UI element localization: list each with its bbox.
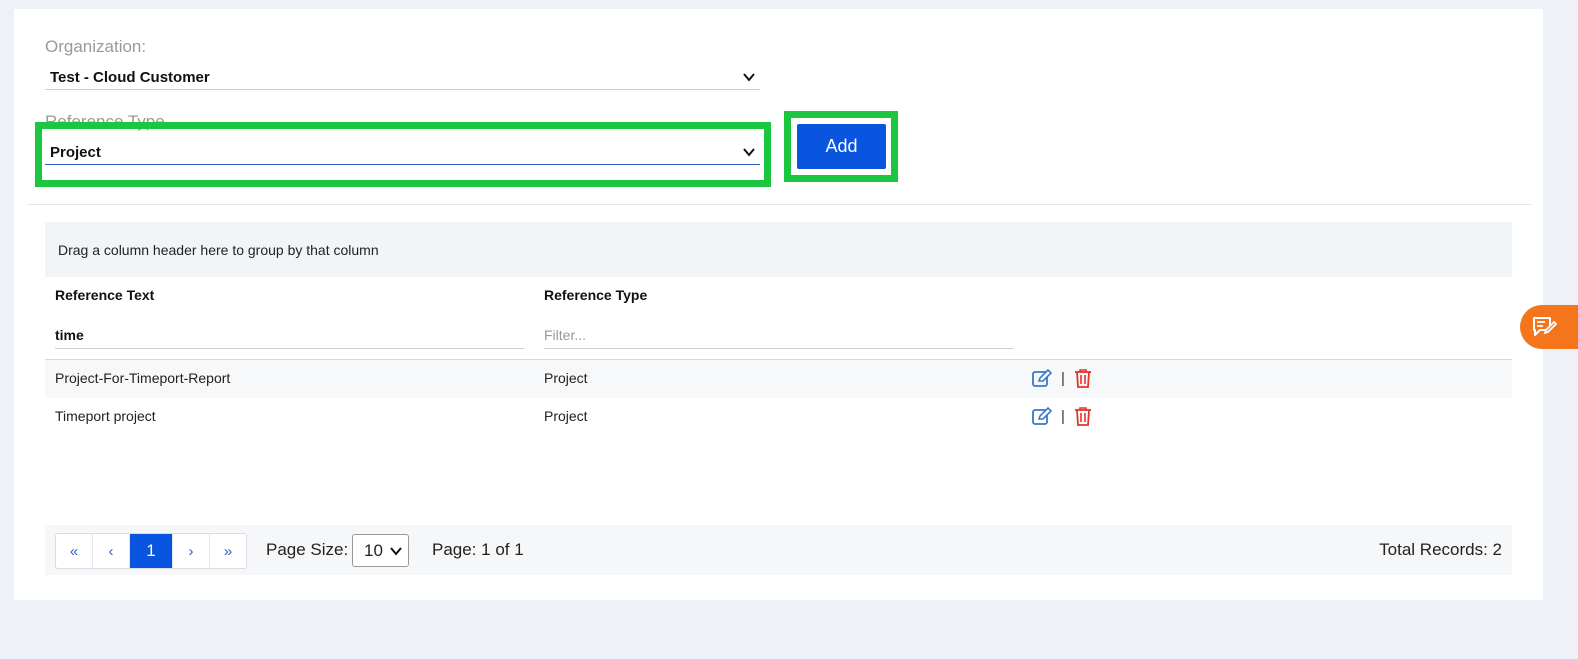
pager-prev-button[interactable]: ‹ bbox=[93, 534, 130, 568]
reference-text-filter[interactable]: time bbox=[55, 322, 524, 349]
page-size-value: 10 bbox=[364, 541, 383, 560]
pager-first-button[interactable]: « bbox=[56, 534, 93, 568]
group-panel[interactable]: Drag a column header here to group by th… bbox=[45, 222, 1512, 277]
organization-label: Organization: bbox=[45, 37, 147, 56]
pager: « ‹ 1 › » bbox=[55, 533, 247, 569]
column-header-reference-text[interactable]: Reference Text bbox=[55, 287, 154, 303]
reference-type-select[interactable]: Project bbox=[45, 144, 760, 165]
reference-text-cell: Project-For-Timeport-Report bbox=[55, 370, 231, 386]
main-card bbox=[14, 9, 1543, 600]
edit-icon[interactable] bbox=[1032, 407, 1052, 425]
action-separator: | bbox=[1061, 369, 1065, 387]
organization-select[interactable]: Test - Cloud Customer bbox=[45, 69, 760, 90]
group-hint: Drag a column header here to group by th… bbox=[58, 242, 379, 258]
reference-type-cell: Project bbox=[544, 408, 588, 424]
page-info: Page: 1 of 1 bbox=[432, 540, 524, 559]
pager-page-button[interactable]: 1 bbox=[130, 534, 173, 568]
add-button[interactable]: Add bbox=[797, 124, 886, 169]
pager-last-button[interactable]: » bbox=[210, 534, 246, 568]
trash-icon[interactable] bbox=[1074, 406, 1092, 426]
reference-type-cell: Project bbox=[544, 370, 588, 386]
chevron-down-icon bbox=[743, 148, 755, 157]
reference-type-value: Project bbox=[50, 144, 101, 161]
page-size-select[interactable]: 10 bbox=[352, 534, 409, 567]
column-header-reference-type[interactable]: Reference Type bbox=[544, 287, 647, 303]
reference-type-filter-placeholder: Filter... bbox=[544, 327, 587, 343]
reference-type-filter[interactable]: Filter... bbox=[544, 322, 1014, 349]
table-row[interactable]: Project-For-Timeport-Report Project | bbox=[45, 360, 1512, 398]
page-size-label: Page Size: bbox=[266, 540, 349, 559]
row-actions: | bbox=[1032, 368, 1092, 388]
edit-icon[interactable] bbox=[1032, 369, 1052, 387]
chevron-down-icon bbox=[743, 73, 755, 82]
feedback-button[interactable] bbox=[1520, 305, 1578, 349]
reference-text-cell: Timeport project bbox=[55, 408, 156, 424]
action-separator: | bbox=[1061, 407, 1065, 425]
feedback-icon bbox=[1533, 317, 1558, 336]
row-actions: | bbox=[1032, 406, 1092, 426]
chevron-down-icon bbox=[390, 547, 402, 556]
pager-next-button[interactable]: › bbox=[173, 534, 210, 568]
pager-bar: « ‹ 1 › » Page Size: 10 Page: 1 of 1 Tot… bbox=[45, 525, 1512, 575]
trash-icon[interactable] bbox=[1074, 368, 1092, 388]
total-records: Total Records: 2 bbox=[1379, 540, 1502, 559]
reference-text-filter-value: time bbox=[55, 327, 84, 343]
divider bbox=[27, 204, 1532, 205]
organization-value: Test - Cloud Customer bbox=[50, 69, 210, 86]
table-row[interactable]: Timeport project Project | bbox=[45, 398, 1512, 436]
